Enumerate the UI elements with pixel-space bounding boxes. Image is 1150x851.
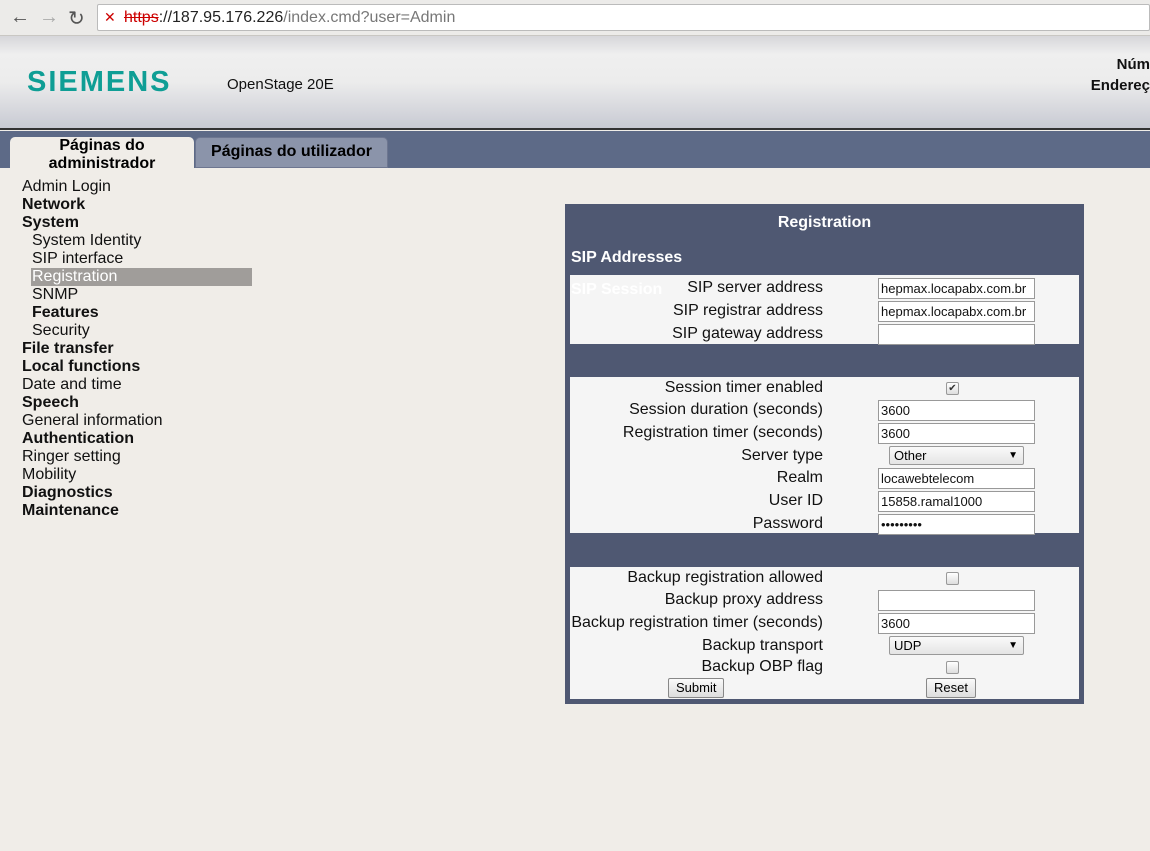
header-info-address: Endereç — [1090, 77, 1150, 94]
page-header: SIEMENS OpenStage 20E Núm Endereç — [0, 36, 1150, 130]
forward-icon[interactable]: → — [39, 6, 59, 29]
sidebar: Admin Login Network System System Identity S… — [22, 178, 252, 520]
form-row: Session duration (seconds) 3600 — [570, 400, 1079, 422]
address-bar[interactable]: ✕ https://187.95.176.226/index.cmd?user=A… — [97, 4, 1150, 31]
realm-input[interactable]: locawebtelecom — [878, 468, 1035, 489]
sidebar-item-network[interactable]: Network — [22, 196, 252, 214]
tab-admin-pages[interactable]: Páginas do administrador — [10, 137, 194, 168]
sidebar-item-admin-login[interactable]: Admin Login — [22, 178, 252, 196]
backup-proxy-address-input[interactable] — [878, 590, 1035, 611]
form-row: Backup registration allowed — [570, 568, 1079, 590]
session-duration-seconds-input[interactable]: 3600 — [878, 400, 1035, 421]
form-row: Password ••••••••• — [570, 514, 1079, 536]
form-row: Backup transport UDP ▼ — [570, 636, 1079, 658]
sidebar-item-general-information[interactable]: General information — [22, 412, 252, 430]
password-value: ••••••••• — [881, 517, 922, 532]
user-id-label: User ID — [768, 492, 823, 509]
sip-gateway-address-input[interactable] — [878, 324, 1035, 345]
sidebar-item-authentication[interactable]: Authentication — [22, 430, 252, 448]
sidebar-item-sip-interface[interactable]: SIP interface — [22, 250, 252, 268]
sip-server-address-input[interactable]: hepmax.locapabx.com.br — [878, 278, 1035, 299]
sidebar-item-features[interactable]: Features — [22, 304, 252, 322]
sidebar-item-ringer-setting[interactable]: Ringer setting — [22, 448, 252, 466]
sidebar-item-date-and-time[interactable]: Date and time — [22, 376, 252, 394]
sidebar-item-local-functions[interactable]: Local functions — [22, 358, 252, 376]
sidebar-item-speech[interactable]: Speech — [22, 394, 252, 412]
backup-transport-label: Backup transport — [702, 637, 823, 654]
sidebar-item-system[interactable]: System — [22, 214, 252, 232]
form-row: Registration timer (seconds) 3600 — [570, 423, 1079, 445]
backup-registration-timer-seconds-value: 3600 — [881, 616, 910, 631]
server-type-select[interactable]: Other ▼ — [889, 446, 1024, 465]
registration-timer-seconds-label: Registration timer (seconds) — [622, 424, 823, 441]
backup-proxy-address-label: Backup proxy address — [664, 591, 823, 608]
sip-registrar-address-input[interactable]: hepmax.locapabx.com.br — [878, 301, 1035, 322]
form-row: Backup proxy address — [570, 590, 1079, 612]
form-row: SIP registrar address hepmax.locapabx.com… — [570, 301, 1079, 323]
session-timer-enabled-checkbox[interactable]: ✔ — [946, 382, 959, 395]
registration-timer-seconds-value: 3600 — [881, 426, 910, 441]
backup-obp-flag-checkbox[interactable] — [946, 661, 959, 674]
dropdown-arrow-icon: ▼ — [1008, 640, 1018, 651]
server-type-label: Server type — [741, 447, 823, 464]
session-duration-seconds-label: Session duration (seconds) — [629, 401, 823, 418]
form-row: Server type Other ▼ — [570, 446, 1079, 468]
form-actions: Submit Reset — [570, 678, 1079, 700]
section-header: SIP Addresses — [571, 249, 683, 266]
backup-registration-allowed-label: Backup registration allowed — [627, 569, 823, 586]
backup-registration-timer-seconds-label: Backup registration timer (seconds) — [571, 614, 823, 631]
session-timer-enabled-label: Session timer enabled — [664, 379, 823, 396]
backup-registration-allowed-checkbox[interactable] — [946, 572, 959, 585]
form-title: Registration — [777, 214, 872, 231]
form-row: User ID 15858.ramal1000 — [570, 491, 1079, 513]
sip-server-address-value: hepmax.locapabx.com.br — [881, 281, 1027, 296]
sidebar-item-mobility[interactable]: Mobility — [22, 466, 252, 484]
form-row: Backup OBP flag — [570, 657, 1079, 679]
sip-gateway-address-label: SIP gateway address — [672, 325, 823, 342]
browser-toolbar: ← → ↻ ✕ https://187.95.176.226/index.cmd?… — [0, 0, 1150, 36]
reset-button[interactable]: Reset — [926, 678, 976, 698]
backup-transport-select[interactable]: UDP ▼ — [889, 636, 1024, 655]
session-duration-seconds-value: 3600 — [881, 403, 910, 418]
reload-icon[interactable]: ↻ — [68, 6, 85, 31]
dropdown-arrow-icon: ▼ — [1008, 450, 1018, 461]
section-body: Backup registration allowed Backup proxy … — [570, 567, 1079, 699]
sidebar-item-diagnostics[interactable]: Diagnostics — [22, 484, 252, 502]
section-body: Session timer enabled ✔ Session duration (… — [570, 377, 1079, 536]
device-model: OpenStage 20E — [227, 76, 334, 93]
sidebar-item-maintenance[interactable]: Maintenance — [22, 502, 252, 520]
sip-server-address-label: SIP server address — [687, 279, 823, 296]
back-icon[interactable]: ← — [10, 6, 30, 29]
realm-label: Realm — [776, 469, 823, 486]
form-row: Backup registration timer (seconds) 3600 — [570, 613, 1079, 635]
siemens-logo: SIEMENS — [27, 66, 172, 98]
backup-registration-timer-seconds-input[interactable]: 3600 — [878, 613, 1035, 634]
header-info-number: Núm — [1116, 56, 1150, 73]
section-header: SIP Session — [571, 281, 663, 298]
realm-value: locawebtelecom — [881, 471, 975, 486]
sidebar-item-registration[interactable]: Registration — [31, 268, 252, 286]
sidebar-item-snmp[interactable]: SNMP — [22, 286, 252, 304]
submit-button[interactable]: Submit — [668, 678, 725, 698]
sip-registrar-address-label: SIP registrar address — [673, 302, 823, 319]
password-input[interactable]: ••••••••• — [878, 514, 1035, 535]
sidebar-item-security[interactable]: Security — [22, 322, 252, 340]
sip-registrar-address-value: hepmax.locapabx.com.br — [881, 304, 1027, 319]
sidebar-item-file-transfer[interactable]: File transfer — [22, 340, 252, 358]
form-row: Session timer enabled ✔ — [570, 378, 1079, 400]
registration-form: Registration SIP Addresses SIP server add… — [565, 204, 1084, 704]
registration-timer-seconds-input[interactable]: 3600 — [878, 423, 1035, 444]
sidebar-item-system-identity[interactable]: System Identity — [22, 232, 252, 250]
tab-user-pages[interactable]: Páginas do utilizador — [195, 137, 388, 168]
form-row: Realm locawebtelecom — [570, 468, 1079, 490]
user-id-input[interactable]: 15858.ramal1000 — [878, 491, 1035, 512]
backup-obp-flag-label: Backup OBP flag — [701, 658, 823, 675]
user-id-value: 15858.ramal1000 — [881, 494, 983, 509]
broken-lock-icon: ✕ — [104, 9, 116, 25]
form-row: SIP gateway address — [570, 324, 1079, 346]
password-label: Password — [752, 515, 823, 532]
